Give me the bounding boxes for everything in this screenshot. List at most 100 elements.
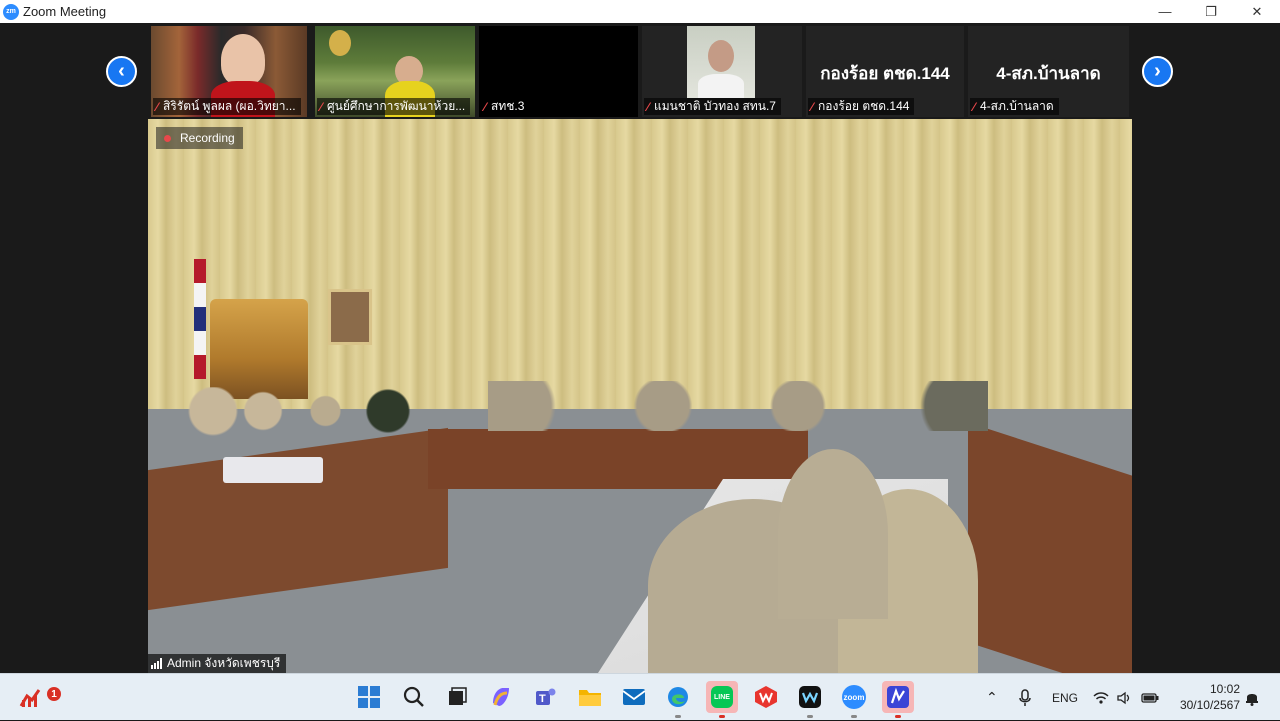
start-button[interactable] [353,681,385,713]
flag [194,259,206,379]
main-speaker-video[interactable]: Recording Admin จังหวัดเพชรบุรี [148,119,1132,673]
emblem-icon [329,30,351,56]
participant-tile[interactable]: กองร้อย ตชด.144 ⁄ กองร้อย ตชด.144 [806,26,964,117]
zoom-button[interactable]: zoom [838,681,870,718]
participant-tile[interactable]: 4-สภ.บ้านลาด ⁄ 4-สภ.บ้านลาด [968,26,1129,117]
taskbar-clock[interactable]: 10:02 30/10/2567 [1170,681,1240,713]
participant-name: สทช.3 [491,99,525,113]
recording-indicator[interactable]: Recording [156,127,243,149]
altar [210,299,308,399]
participant-name-label: ⁄ แมนชาติ บัวทอง สทน.7 [644,98,781,115]
file-explorer-button[interactable] [574,681,606,713]
participant-name-label: ⁄ ศูนย์ศึกษาการพัฒนาห้วย... [317,98,471,115]
mic-muted-icon: ⁄ [320,99,323,114]
signal-bars-icon [151,658,163,669]
participant-name-label: ⁄ กองร้อย ตชด.144 [808,98,915,115]
minimize-button[interactable]: — [1142,0,1188,23]
mic-muted-icon: ⁄ [973,99,976,114]
folder-icon [579,690,601,706]
clock-date: 30/10/2567 [1179,698,1240,712]
webex-button[interactable] [794,681,826,718]
widgets-button[interactable]: 1 [16,681,61,713]
language-indicator[interactable]: ENG [1052,674,1078,721]
attendee-foreground [778,449,888,619]
chevron-right-icon: › [1154,60,1161,82]
windows-icon [358,686,380,708]
recording-dot-icon [164,134,171,142]
participant-tile[interactable]: ⁄ สิริรัตน์ พูลผล (ผอ.วิทยา... [151,26,307,117]
edge-button[interactable] [662,681,694,718]
participant-name-label: ⁄ สทช.3 [481,98,530,115]
zoom-label: zoom [843,692,865,702]
line-label: LINE [714,693,730,701]
participant-name: แมนชาติ บัวทอง สทน.7 [654,99,776,113]
zoom-app-icon: zm [3,3,19,20]
show-hidden-icons-button[interactable]: ⌃ [986,674,998,721]
windows-taskbar: 1 T LINE zoom ⌃ ENG 10:02 30/10/2567 [0,673,1280,720]
attendees-left [188,387,438,447]
participant-name: 4-สภ.บ้านลาด [980,99,1054,113]
copilot-icon [493,688,509,706]
running-indicator [719,715,725,718]
participant-tile[interactable]: ⁄ สทช.3 [479,26,638,117]
network-button[interactable] [1093,674,1109,721]
participant-name-label: ⁄ สิริรัตน์ พูลผล (ผอ.วิทยา... [153,98,301,115]
chevron-up-icon: ⌃ [986,689,998,705]
teams-button[interactable]: T [530,681,562,713]
line-button[interactable]: LINE [706,681,738,718]
gallery-next-button[interactable]: › [1142,56,1173,87]
task-view-icon [449,687,467,705]
task-view-button[interactable] [441,681,473,713]
participant-display-name: 4-สภ.บ้านลาด [996,64,1101,83]
battery-charging-icon [1141,692,1159,703]
portrait-frame [328,289,372,345]
battery-button[interactable] [1141,674,1159,721]
bell-icon [1246,693,1258,706]
speaker-name-label: Admin จังหวัดเพชรบุรี [148,654,287,673]
mic-muted-icon: ⁄ [156,99,159,114]
speaker-name: Admin จังหวัดเพชรบุรี [167,656,281,670]
search-button[interactable] [398,681,430,713]
microphone-button[interactable] [1018,674,1032,721]
chevron-left-icon: ‹ [118,60,125,82]
participant-name-label: ⁄ 4-สภ.บ้านลาด [970,98,1059,115]
participant-name: กองร้อย ตชด.144 [818,99,910,113]
participant-name: สิริรัตน์ พูลผล (ผอ.วิทยา... [163,99,296,113]
close-button[interactable]: ✕ [1234,0,1280,23]
wifi-icon [1093,691,1109,704]
microphone-icon [1019,688,1031,706]
recording-label: Recording [180,131,235,145]
clock-time: 10:02 [1209,682,1240,696]
running-indicator [851,715,857,718]
participant-face [708,40,734,72]
maximize-button[interactable]: ❐ [1188,0,1234,23]
participant-tile[interactable]: ⁄ แมนชาติ บัวทอง สทน.7 [642,26,802,117]
teams-icon: T [536,688,556,705]
notifications-button[interactable] [1245,674,1259,721]
projector [223,457,323,483]
meeting-area: ‹ ⁄ สิริรัตน์ พูลผล (ผอ.วิทยา... ⁄ ศูนย์… [0,23,1280,673]
participant-clothing [698,74,744,98]
miro-button[interactable] [882,681,914,718]
window-title: Zoom Meeting [23,4,107,19]
title-bar: zm Zoom Meeting — ❐ ✕ [0,0,1280,23]
mail-icon [622,689,646,705]
chart-icon [19,689,41,707]
gallery-prev-button[interactable]: ‹ [106,56,137,87]
participant-name: ศูนย์ศึกษาการพัฒนาห้วย... [327,99,466,113]
running-indicator [675,715,681,718]
participant-tile[interactable]: ⁄ ศูนย์ศึกษาการพัฒนาห้วย... [315,26,475,117]
attendees-center [488,381,988,431]
volume-button[interactable] [1117,674,1133,721]
wps-button[interactable] [750,681,782,713]
miro-icon [887,686,909,708]
wps-icon [755,686,777,708]
participant-display-name: กองร้อย ตชด.144 [820,64,950,83]
language-label: ENG [1052,690,1079,705]
svg-text:T: T [539,693,546,705]
running-indicator [807,715,813,718]
copilot-button[interactable] [485,681,517,713]
mail-button[interactable] [618,681,650,713]
search-icon [403,686,424,707]
notification-badge: 1 [47,687,61,701]
